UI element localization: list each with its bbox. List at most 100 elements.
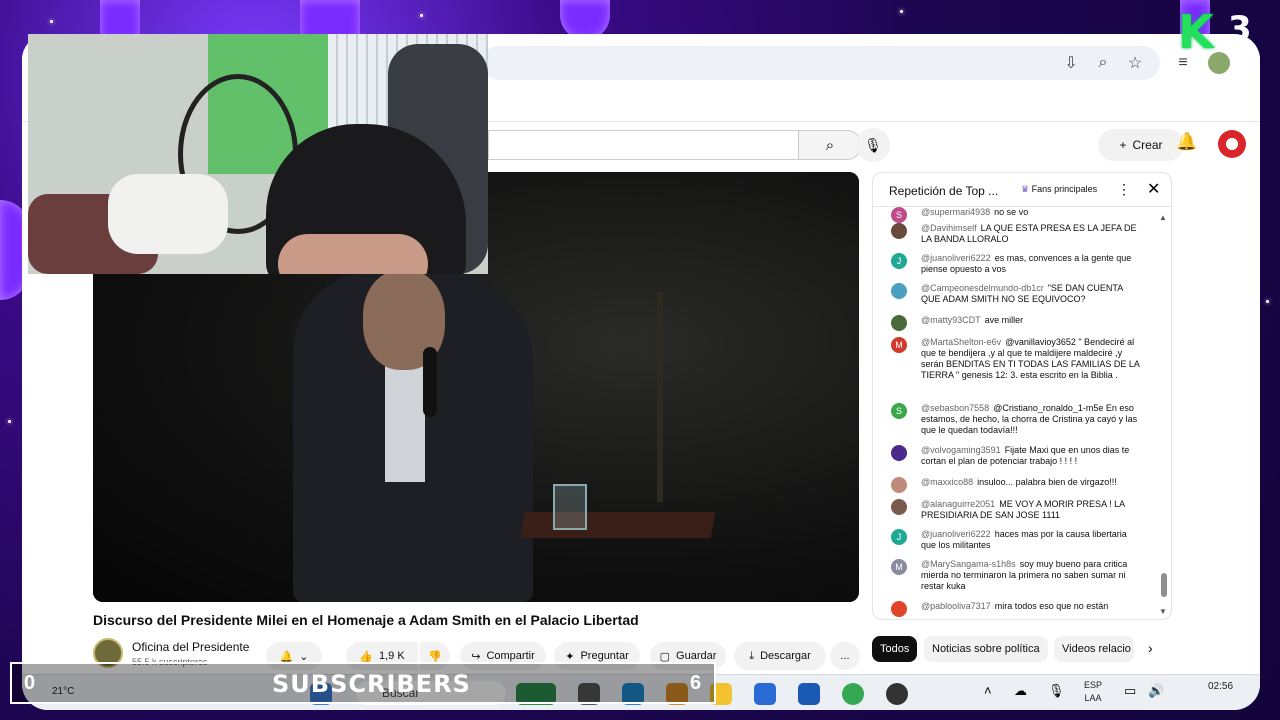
chat-avatar[interactable] — [891, 477, 907, 493]
chat-avatar[interactable] — [891, 283, 907, 299]
sparkle — [420, 14, 423, 17]
related-chips: Todos Noticias sobre política Videos rel… — [872, 636, 1172, 662]
video-pole — [657, 292, 663, 502]
chat-avatar[interactable] — [891, 499, 907, 515]
chat-avatar[interactable] — [891, 601, 907, 617]
chat-avatar[interactable] — [891, 315, 907, 331]
scroll-up-arrow-icon[interactable]: ▲ — [1159, 213, 1167, 222]
chat-avatar[interactable]: J — [891, 253, 907, 269]
chat-author[interactable]: @volvogaming3591 — [921, 445, 1001, 455]
chat-author[interactable]: @alanaguirre2051 — [921, 499, 995, 509]
mic-button[interactable]: 🎙 — [856, 128, 890, 162]
chat-author[interactable]: @supermari4938 — [921, 207, 990, 217]
live-chat-panel: Repetición de Top ... ♛ Fans principales… — [872, 172, 1172, 620]
chat-author[interactable]: @juanoliveri6222 — [921, 253, 991, 263]
chat-author[interactable]: @juanoliveri6222 — [921, 529, 991, 539]
chat-text: @pablooliva7317 mira todos eso que no est… — [921, 601, 1143, 612]
address-bar[interactable] — [482, 46, 1160, 80]
video-microphone — [423, 347, 437, 417]
chat-avatar[interactable]: M — [891, 559, 907, 575]
chat-title[interactable]: Repetición de Top ... — [889, 184, 998, 198]
chat-avatar[interactable] — [891, 223, 907, 239]
search-button[interactable]: ⌕ — [798, 130, 862, 160]
chat-avatar[interactable]: S — [891, 207, 907, 223]
chat-avatar[interactable] — [891, 445, 907, 461]
chat-text: @matty93CDT ave miller — [921, 315, 1143, 326]
chat-messages: S @supermari4938 no se vo @Davihimself LA QU… — [873, 207, 1171, 619]
chat-text: @supermari4938 no se vo — [921, 207, 1143, 218]
mic-icon: 🎙 — [864, 136, 882, 153]
chat-text: @juanoliveri6222 es mas, convences a la g… — [921, 253, 1143, 275]
lang-top: ESP — [1084, 680, 1103, 690]
chat-author[interactable]: @pablooliva7317 — [921, 601, 991, 611]
scroll-down-arrow-icon[interactable]: ▼ — [1159, 607, 1167, 616]
viewer-count: 3 — [1228, 9, 1252, 49]
account-avatar[interactable] — [1218, 130, 1246, 158]
zoom-icon[interactable]: ⌕ — [1092, 52, 1114, 74]
thumbs-down-icon: 👎 — [428, 650, 442, 663]
chevron-right-icon[interactable]: › — [1148, 640, 1153, 656]
chip-all[interactable]: Todos — [872, 636, 918, 662]
more-actions-button[interactable]: ... — [830, 642, 860, 670]
bookmark-icon: ▢ — [659, 650, 671, 663]
search-input[interactable] — [488, 130, 798, 160]
chat-avatar[interactable]: J — [891, 529, 907, 545]
chat-author[interactable]: @Campeonesdelmundo-db1cr — [921, 283, 1044, 293]
chat-avatar[interactable]: M — [891, 337, 907, 353]
ask-label: Preguntar — [580, 650, 629, 662]
plus-icon: + — [1119, 138, 1127, 152]
cloud-icon[interactable]: ☁ — [1014, 683, 1027, 699]
chip-politics[interactable]: Noticias sobre política — [924, 636, 1048, 662]
chat-text: @MarySangama-s1h8s soy muy bueno para cri… — [921, 559, 1143, 592]
volume-icon[interactable]: 🔊 — [1148, 683, 1164, 699]
tray-chevron-icon[interactable]: ˄ — [984, 683, 992, 698]
clock[interactable]: 02:56 — [1208, 681, 1233, 692]
crown-icon: ♛ — [1021, 184, 1030, 194]
share-icon: ↪ — [471, 650, 481, 663]
bell-icon: 🔔 — [279, 650, 294, 663]
network-icon[interactable]: ▭ — [1124, 683, 1136, 699]
like-count: 1,9 K — [379, 650, 405, 662]
store-icon[interactable] — [754, 683, 776, 705]
star-icon[interactable]: ☆ — [1124, 52, 1146, 74]
obs-icon[interactable] — [886, 683, 908, 705]
chat-scrollbar-thumb[interactable] — [1161, 573, 1167, 597]
chip-related[interactable]: Videos relacio — [1054, 636, 1134, 662]
sparkle — [50, 20, 53, 23]
chat-text: @MartaShelton-e6v @vanillavioy3652 " Bend… — [921, 337, 1143, 381]
chat-author[interactable]: @maxxico88 — [921, 477, 973, 487]
chat-body: no se vo — [994, 207, 1029, 217]
webcam-streamer-face — [278, 234, 428, 274]
download-label: Descargar — [760, 650, 811, 662]
video-title: Discurso del Presidente Milei en el Home… — [93, 612, 639, 628]
share-label: Compartir — [486, 650, 535, 662]
notifications-bell-icon[interactable]: 🔔 — [1176, 132, 1197, 152]
chat-body: insuloo... palabra bien de virgazo!!! — [977, 477, 1117, 487]
chat-avatar[interactable]: S — [891, 403, 907, 419]
chrome-icon[interactable] — [842, 683, 864, 705]
subscriber-goal-bar: 0 SUBSCRIBERS 6 — [10, 662, 716, 704]
save-label: Guardar — [676, 650, 717, 662]
create-button[interactable]: + Crear — [1098, 129, 1184, 161]
chat-author[interactable]: @sebasbon7558 — [921, 403, 989, 413]
chat-text: @volvogaming3591 Fijate Maxi que en unos … — [921, 445, 1143, 467]
chat-author[interactable]: @MarySangama-s1h8s — [921, 559, 1016, 569]
mic-tray-icon[interactable]: 🎙 — [1048, 683, 1065, 699]
more-label: ... — [840, 650, 850, 662]
kebab-menu-icon[interactable]: ⋮ — [1117, 181, 1131, 198]
channel-name[interactable]: Oficina del Presidente — [132, 640, 249, 654]
webcam-pillow — [108, 174, 228, 254]
video-table — [520, 512, 716, 538]
download-button[interactable]: ⤓ Descargar — [734, 642, 826, 670]
chat-author[interactable]: @matty93CDT — [921, 315, 981, 325]
top-fans-badge[interactable]: ♛ Fans principales — [1021, 184, 1097, 195]
mail-icon[interactable] — [798, 683, 820, 705]
chat-body: mira todos eso que no están — [994, 601, 1109, 611]
chat-author[interactable]: @MartaShelton-e6v — [921, 337, 1001, 347]
close-icon[interactable]: ✕ — [1147, 179, 1160, 199]
video-glass — [553, 484, 587, 530]
chevron-down-icon: ⌄ — [299, 650, 309, 663]
install-icon[interactable]: ⇩ — [1060, 52, 1082, 74]
language-indicator[interactable]: ESP LAA — [1084, 679, 1102, 705]
chat-author[interactable]: @Davihimself — [921, 223, 977, 233]
